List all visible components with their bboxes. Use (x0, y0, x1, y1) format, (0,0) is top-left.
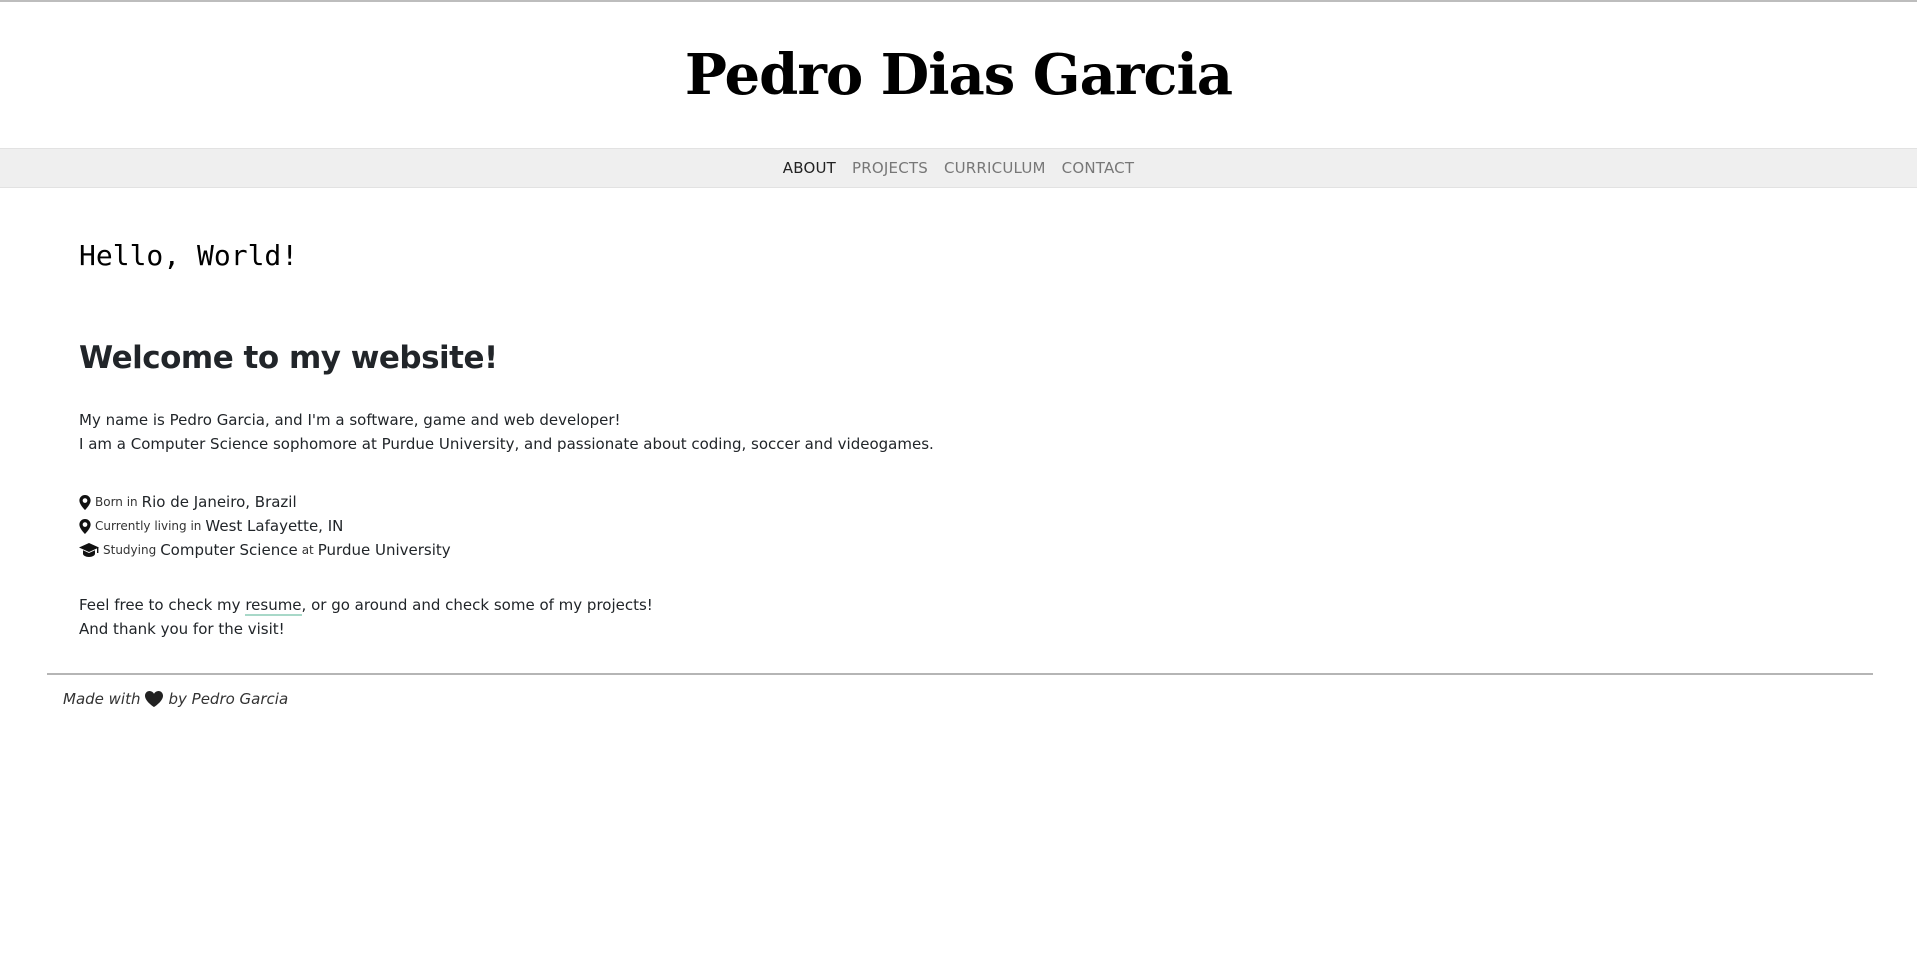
fact-living-prefix: Currently living in (95, 519, 202, 533)
fact-studying-connector: at (301, 543, 314, 557)
intro-line-2: I am a Computer Science sophomore at Pur… (79, 435, 934, 453)
graduation-cap-icon (79, 543, 99, 557)
fact-born-value: Rio de Janeiro, Brazil (141, 493, 297, 511)
fact-born-prefix: Born in (95, 495, 138, 509)
footer-by: by Pedro Garcia (168, 690, 289, 708)
map-marker-icon (79, 518, 91, 534)
heart-icon (145, 691, 164, 707)
welcome-heading: Welcome to my website! (79, 340, 498, 376)
facts-list: Born in Rio de Janeiro, Brazil Currently… (79, 490, 451, 562)
outro-text-before: Feel free to check my (79, 596, 246, 614)
hello-heading: Hello, World! (79, 239, 299, 272)
footer-made-with: Made with (63, 690, 141, 708)
fact-studying-value: Computer Science (160, 541, 298, 559)
main-nav: ABOUT PROJECTS CURRICULUM CONTACT (0, 148, 1917, 188)
footer: Made with by Pedro Garcia (63, 690, 288, 708)
site-header: Pedro Dias Garcia (0, 2, 1917, 148)
outro-line-2: And thank you for the visit! (79, 620, 285, 638)
fact-studying-school: Purdue University (317, 541, 451, 559)
nav-item-projects[interactable]: PROJECTS (852, 159, 928, 177)
map-marker-icon (79, 494, 91, 510)
fact-studying-prefix: Studying (103, 543, 157, 557)
nav-item-contact[interactable]: CONTACT (1062, 159, 1135, 177)
intro-line-1: My name is Pedro Garcia, and I'm a softw… (79, 411, 621, 429)
site-title: Pedro Dias Garcia (684, 42, 1233, 108)
nav-item-about[interactable]: ABOUT (783, 159, 836, 177)
fact-born: Born in Rio de Janeiro, Brazil (79, 490, 451, 514)
fact-living: Currently living in West Lafayette, IN (79, 514, 451, 538)
nav-item-curriculum[interactable]: CURRICULUM (944, 159, 1046, 177)
fact-studying: Studying Computer Science at Purdue Univ… (79, 538, 451, 562)
fact-living-value: West Lafayette, IN (205, 517, 344, 535)
outro-text-after: , or go around and check some of my proj… (301, 596, 653, 614)
intro-paragraph: My name is Pedro Garcia, and I'm a softw… (79, 408, 934, 456)
outro-paragraph: Feel free to check my resume, or go arou… (79, 593, 653, 641)
footer-divider (47, 673, 1873, 675)
resume-link[interactable]: resume (245, 596, 302, 616)
